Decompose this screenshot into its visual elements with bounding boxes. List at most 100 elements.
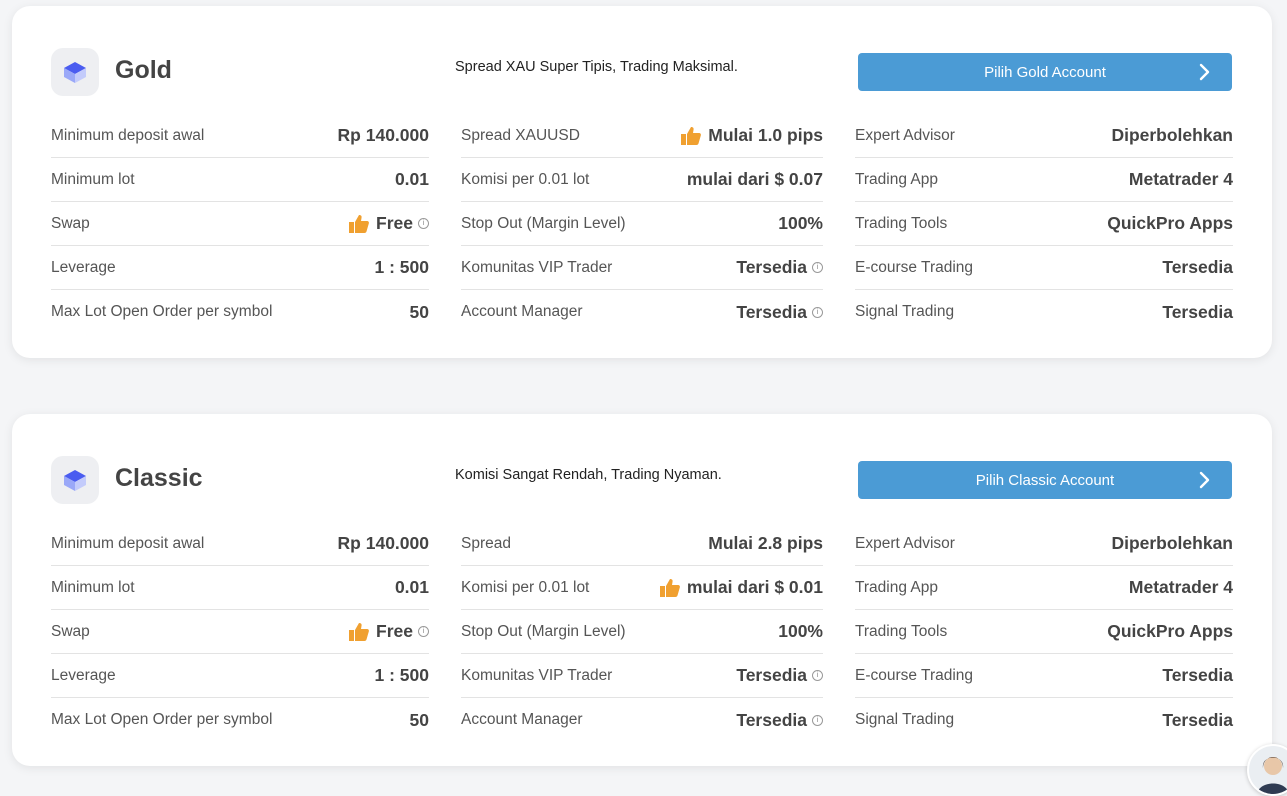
spec-value: 0.01 xyxy=(394,577,429,597)
spec-label: Expert Advisor xyxy=(855,126,955,144)
spec-value: mulai dari $ 0.01 xyxy=(686,577,823,597)
spec-row: Swap Free i xyxy=(51,202,429,246)
spec-label: Trading Tools xyxy=(855,622,948,640)
card-tagline: Komisi Sangat Rendah, Trading Nyaman. xyxy=(455,467,722,483)
spec-value: Metatrader 4 xyxy=(1128,577,1233,597)
spec-value: 50 xyxy=(409,301,429,322)
gold-account-card: Gold Spread XAU Super Tipis, Trading Mak… xyxy=(12,6,1272,358)
info-icon[interactable]: i xyxy=(812,306,823,318)
spec-row: E-course Trading Tersedia xyxy=(855,246,1233,290)
spec-label: Max Lot Open Order per symbol xyxy=(51,711,273,728)
info-icon[interactable]: i xyxy=(418,218,429,229)
button-label: Pilih Classic Account xyxy=(975,471,1115,489)
spec-value-wrap: Free i xyxy=(348,621,429,643)
spec-column-2: Spread XAUUSD Mulai 1.0 pips Komisi per … xyxy=(461,114,823,334)
thumbs-up-icon xyxy=(681,126,702,145)
spec-value: Tersedia xyxy=(1162,665,1233,685)
spec-label: Swap xyxy=(51,214,90,232)
spec-row: Komunitas VIP Trader Tersedia i xyxy=(461,246,823,290)
card-title: Classic xyxy=(115,464,203,492)
spec-value: 100% xyxy=(778,213,823,233)
spec-row: Trading Tools QuickPro Apps xyxy=(855,610,1233,654)
spec-value: 100% xyxy=(778,621,823,641)
spec-row: Spread XAUUSD Mulai 1.0 pips xyxy=(461,114,823,158)
spec-row: Trading App Metatrader 4 xyxy=(855,158,1233,202)
spec-label: Account Manager xyxy=(461,711,583,728)
spec-row: Signal Trading Tersedia xyxy=(855,698,1233,742)
spec-label: Leverage xyxy=(51,258,116,276)
spec-row: Max Lot Open Order per symbol 50 xyxy=(51,290,429,334)
card-title: Gold xyxy=(115,56,172,84)
choose-gold-account-button[interactable]: Pilih Gold Account xyxy=(858,53,1232,91)
info-icon[interactable]: i xyxy=(812,670,823,681)
spec-row: Expert Advisor Diperbolehkan xyxy=(855,522,1233,566)
spec-label: Max Lot Open Order per symbol xyxy=(51,303,273,320)
spec-label: E-course Trading xyxy=(855,258,974,276)
spec-value: Metatrader 4 xyxy=(1128,169,1233,189)
spec-value: 1 : 500 xyxy=(374,257,429,277)
support-avatar[interactable] xyxy=(1247,744,1287,796)
spec-label: Stop Out (Margin Level) xyxy=(461,622,626,640)
spec-row: Trading Tools QuickPro Apps xyxy=(855,202,1233,246)
spec-label: E-course Trading xyxy=(855,666,974,684)
spec-value: Tersedia xyxy=(1162,301,1233,322)
classic-account-card: Classic Komisi Sangat Rendah, Trading Ny… xyxy=(12,414,1272,766)
spec-label: Minimum lot xyxy=(51,170,135,188)
spec-label: Minimum lot xyxy=(51,578,135,596)
spec-value: Mulai 2.8 pips xyxy=(708,533,823,553)
spec-value: Rp 140.000 xyxy=(337,533,429,553)
spec-row: Stop Out (Margin Level) 100% xyxy=(461,202,823,246)
spec-column-3: Expert Advisor Diperbolehkan Trading App M… xyxy=(855,522,1233,742)
button-label: Pilih Gold Account xyxy=(984,63,1106,81)
info-icon[interactable]: i xyxy=(812,714,823,726)
spec-row: Komisi per 0.01 lot mulai dari $ 0.01 xyxy=(461,566,823,610)
spec-row: Signal Trading Tersedia xyxy=(855,290,1233,334)
spec-label: Stop Out (Margin Level) xyxy=(461,214,626,232)
spec-label: Komisi per 0.01 lot xyxy=(461,578,590,596)
spec-label: Spread XAUUSD xyxy=(461,126,580,144)
info-icon[interactable]: i xyxy=(418,626,429,637)
spec-value: Tersedia xyxy=(736,301,807,322)
spec-label: Trading App xyxy=(855,578,939,596)
chevron-right-icon xyxy=(1199,471,1210,489)
spec-column-1: Minimum deposit awal Rp 140.000 Minimum l… xyxy=(51,522,429,742)
chevron-right-icon xyxy=(1199,63,1210,81)
spec-row: Leverage 1 : 500 xyxy=(51,246,429,290)
spec-row: Max Lot Open Order per symbol 50 xyxy=(51,698,429,742)
spec-value: QuickPro Apps xyxy=(1107,621,1233,641)
choose-classic-account-button[interactable]: Pilih Classic Account xyxy=(858,461,1232,499)
card-tagline: Spread XAU Super Tipis, Trading Maksimal… xyxy=(455,59,738,75)
spec-label: Minimum deposit awal xyxy=(51,126,205,144)
spec-row: Minimum deposit awal Rp 140.000 xyxy=(51,114,429,158)
spec-row: Komisi per 0.01 lot mulai dari $ 0.07 xyxy=(461,158,823,202)
spec-value: Tersedia xyxy=(736,257,807,277)
thumbs-up-icon xyxy=(659,578,680,597)
spec-label: Signal Trading xyxy=(855,303,955,320)
spec-label: Trading Tools xyxy=(855,214,948,232)
spec-label: Minimum deposit awal xyxy=(51,534,205,552)
thumbs-up-icon xyxy=(349,622,369,641)
spec-value: Tersedia xyxy=(736,665,807,685)
spec-row: Stop Out (Margin Level) 100% xyxy=(461,610,823,654)
spec-label: Komisi per 0.01 lot xyxy=(461,170,590,188)
spec-value-wrap: Tersedia i xyxy=(736,710,823,731)
spec-column-1: Minimum deposit awal Rp 140.000 Minimum l… xyxy=(51,114,429,334)
spec-column-3: Expert Advisor Diperbolehkan Trading App M… xyxy=(855,114,1233,334)
spec-column-2: Spread Mulai 2.8 pips Komisi per 0.01 lot… xyxy=(461,522,823,742)
spec-row: Account Manager Tersedia i xyxy=(461,698,823,742)
spec-row: Minimum lot 0.01 xyxy=(51,566,429,610)
spec-label: Leverage xyxy=(51,666,116,684)
spec-value-wrap: Tersedia i xyxy=(736,665,823,686)
spec-row: Spread Mulai 2.8 pips xyxy=(461,522,823,566)
spec-value: Tersedia xyxy=(736,709,807,730)
spec-value: Tersedia xyxy=(1162,257,1233,277)
spec-value: mulai dari $ 0.07 xyxy=(686,169,823,189)
spec-row: Minimum deposit awal Rp 140.000 xyxy=(51,522,429,566)
spec-label: Account Manager xyxy=(461,303,583,320)
spec-row: Expert Advisor Diperbolehkan xyxy=(855,114,1233,158)
cube-logo-icon xyxy=(51,48,99,96)
thumbs-up-icon xyxy=(349,214,369,233)
cube-logo-icon xyxy=(51,456,99,504)
spec-value: Free xyxy=(376,213,413,233)
info-icon[interactable]: i xyxy=(812,262,823,273)
